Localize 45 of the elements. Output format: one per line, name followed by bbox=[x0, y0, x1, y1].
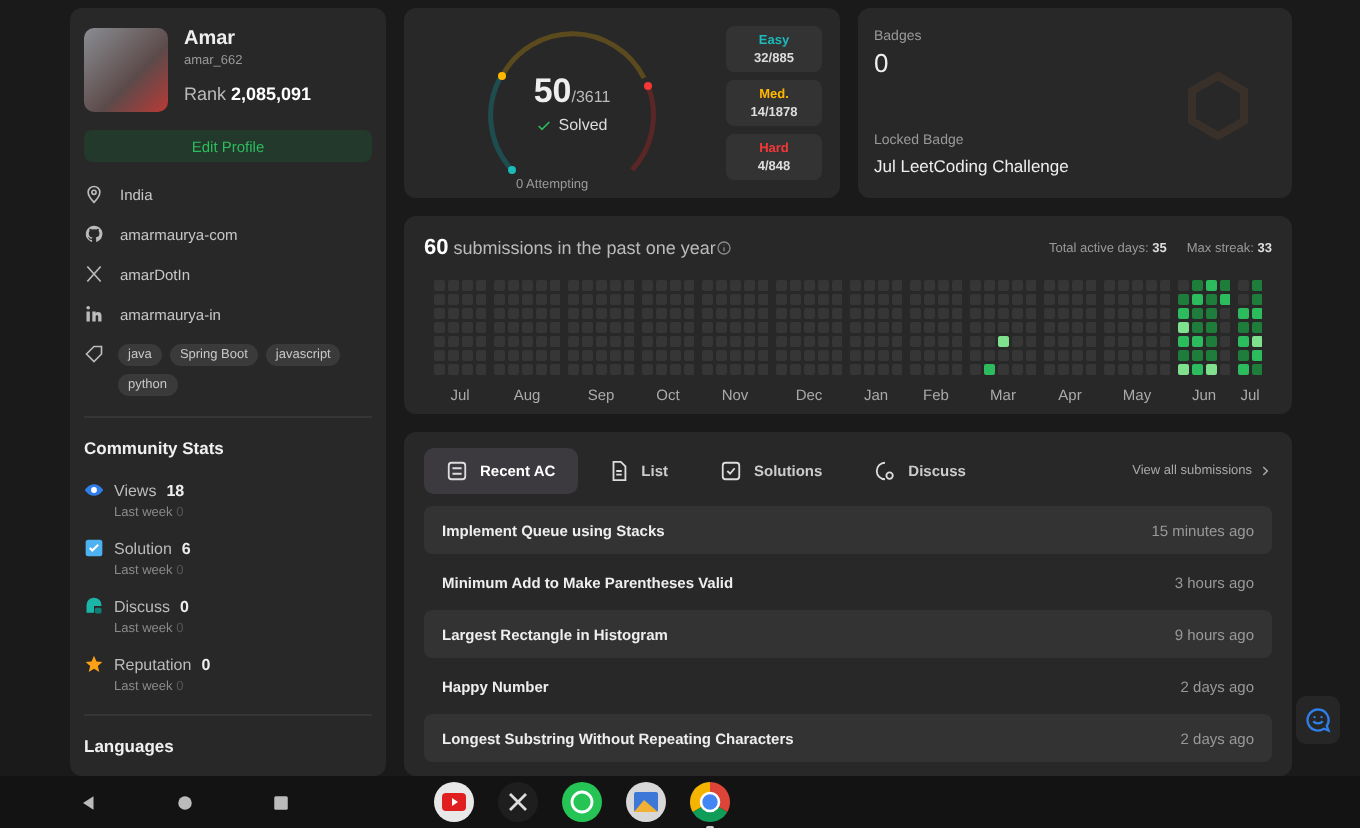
stat-value: 0 bbox=[201, 655, 211, 674]
section-heading: Community Stats bbox=[84, 438, 226, 459]
solved-count: 50/3611 bbox=[533, 72, 611, 112]
document-icon bbox=[607, 460, 630, 482]
stat-label: Reputation bbox=[114, 655, 192, 674]
stat-label: Solution bbox=[114, 539, 172, 558]
smiley-chat-icon bbox=[1304, 706, 1332, 734]
stat-label: Views bbox=[114, 481, 157, 500]
gallery-icon[interactable] bbox=[626, 782, 666, 822]
linkedin-icon bbox=[84, 304, 104, 325]
x-logo-icon[interactable] bbox=[498, 782, 538, 822]
browser-icon[interactable] bbox=[690, 782, 730, 822]
checked-square-icon bbox=[720, 460, 742, 482]
stat-value: 18 bbox=[166, 481, 185, 500]
eye-icon bbox=[84, 480, 104, 501]
recents-icon bbox=[271, 793, 289, 811]
home-icon bbox=[175, 793, 193, 811]
photo-placeholder bbox=[84, 28, 168, 112]
stat-label: Discuss bbox=[114, 597, 171, 616]
user-name: Amar bbox=[184, 28, 238, 50]
chat-bubble-icon bbox=[84, 596, 104, 617]
section-heading: Languages bbox=[84, 736, 176, 756]
x-logo-icon bbox=[84, 264, 104, 285]
checkbox-icon bbox=[84, 538, 104, 559]
chevron-right-icon bbox=[1258, 464, 1272, 478]
star-icon bbox=[84, 654, 104, 675]
info-icon bbox=[715, 240, 732, 256]
play-icon[interactable] bbox=[434, 782, 474, 822]
solved-label: Solved bbox=[558, 116, 608, 134]
tag-icon bbox=[84, 344, 104, 365]
activity-grid-drawing bbox=[1237, 280, 1263, 377]
back-icon bbox=[79, 793, 97, 811]
badge-count: 0 bbox=[874, 48, 889, 78]
check-icon bbox=[536, 117, 553, 133]
location-pin-icon bbox=[84, 184, 104, 205]
locked-badge-name: Jul LeetCoding Challenge bbox=[874, 156, 1069, 176]
activity-grid-drawing bbox=[1177, 280, 1231, 377]
chat-button[interactable] bbox=[1296, 696, 1340, 744]
stat-value: 0 bbox=[180, 597, 189, 616]
submissions-summary: 60 submissions in the past one year bbox=[424, 236, 716, 260]
rank-text: Rank 2,085,091 bbox=[184, 84, 312, 104]
activity-grid-drawing bbox=[969, 280, 1037, 377]
github-icon bbox=[84, 224, 104, 245]
list-doc-icon bbox=[446, 460, 468, 482]
stat-value: 6 bbox=[181, 539, 191, 558]
